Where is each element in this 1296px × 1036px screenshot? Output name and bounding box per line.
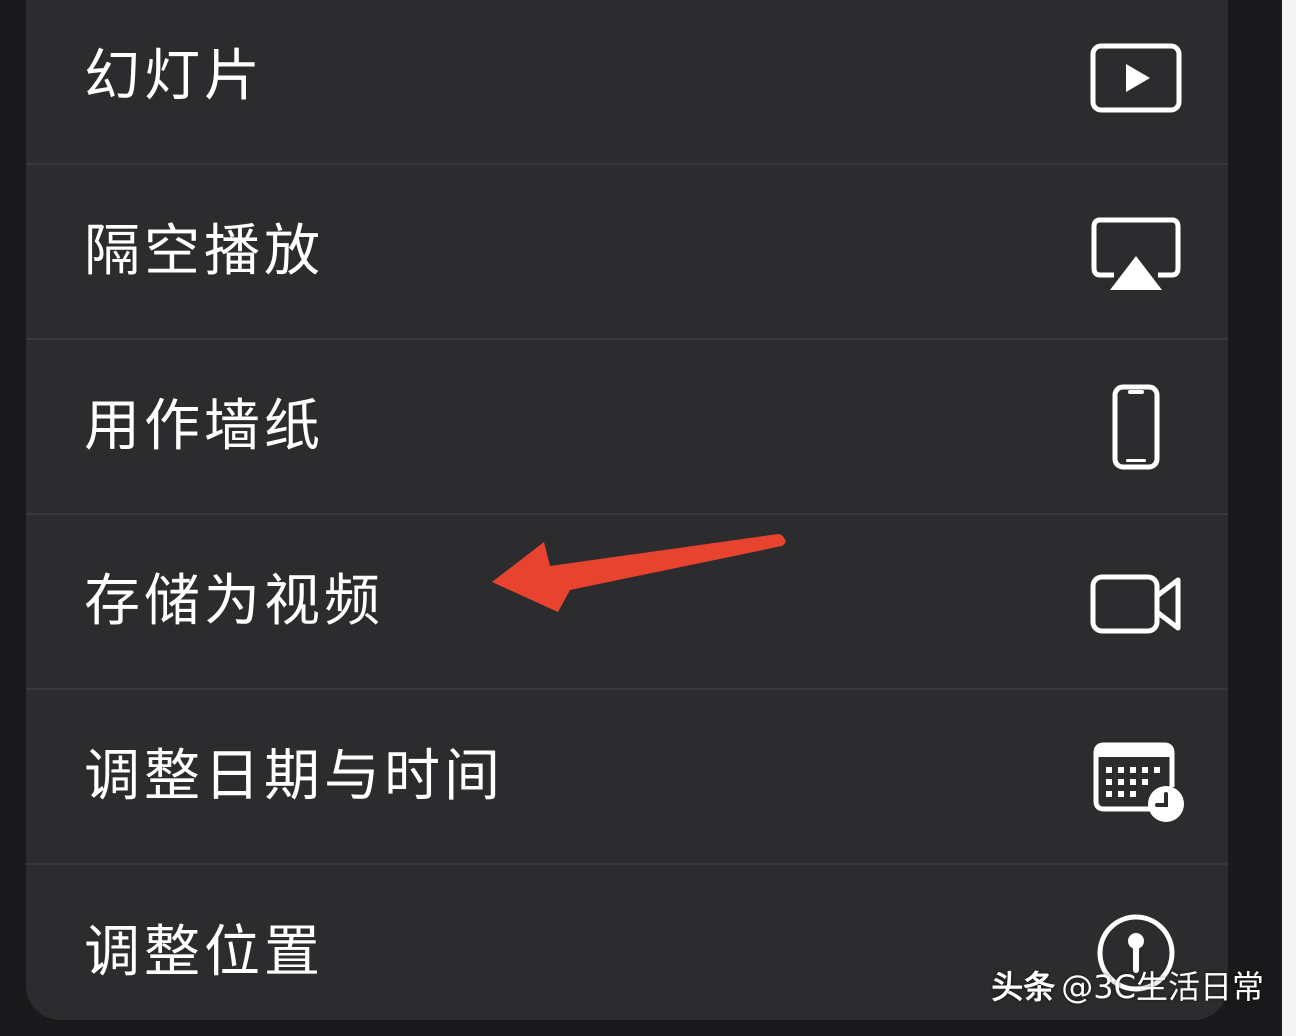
context-menu: 幻灯片 隔空播放 用作墙纸 存储为视频 调整日期与时间 调整位置 — [26, 0, 1228, 1020]
iphone-icon — [1086, 377, 1186, 477]
menu-item-label: 幻灯片 — [84, 43, 264, 109]
menu-item-airplay[interactable]: 隔空播放 — [26, 165, 1228, 340]
watermark: 头条 @3C生活日常 — [991, 962, 1264, 1008]
menu-item-label: 调整位置 — [84, 919, 324, 985]
airplay-icon — [1086, 202, 1186, 302]
menu-item-adjust-date-time[interactable]: 调整日期与时间 — [26, 690, 1228, 865]
menu-item-label: 用作墙纸 — [84, 393, 324, 459]
watermark-handle: @3C生活日常 — [1061, 968, 1264, 1006]
play-rectangle-icon — [1086, 27, 1186, 127]
screenshot-stage: 幻灯片 隔空播放 用作墙纸 存储为视频 调整日期与时间 调整位置 头条 @3C生… — [0, 0, 1296, 1036]
menu-item-label: 调整日期与时间 — [84, 743, 504, 809]
red-arrow-icon — [492, 534, 786, 612]
menu-item-label: 存储为视频 — [84, 568, 384, 634]
page-edge — [1282, 0, 1296, 1036]
calendar-clock-icon — [1086, 727, 1186, 827]
menu-item-slideshow[interactable]: 幻灯片 — [26, 0, 1228, 165]
menu-item-label: 隔空播放 — [84, 218, 324, 284]
menu-item-wallpaper[interactable]: 用作墙纸 — [26, 340, 1228, 515]
watermark-brand: 头条 — [991, 968, 1056, 1006]
video-camera-icon — [1086, 552, 1186, 652]
